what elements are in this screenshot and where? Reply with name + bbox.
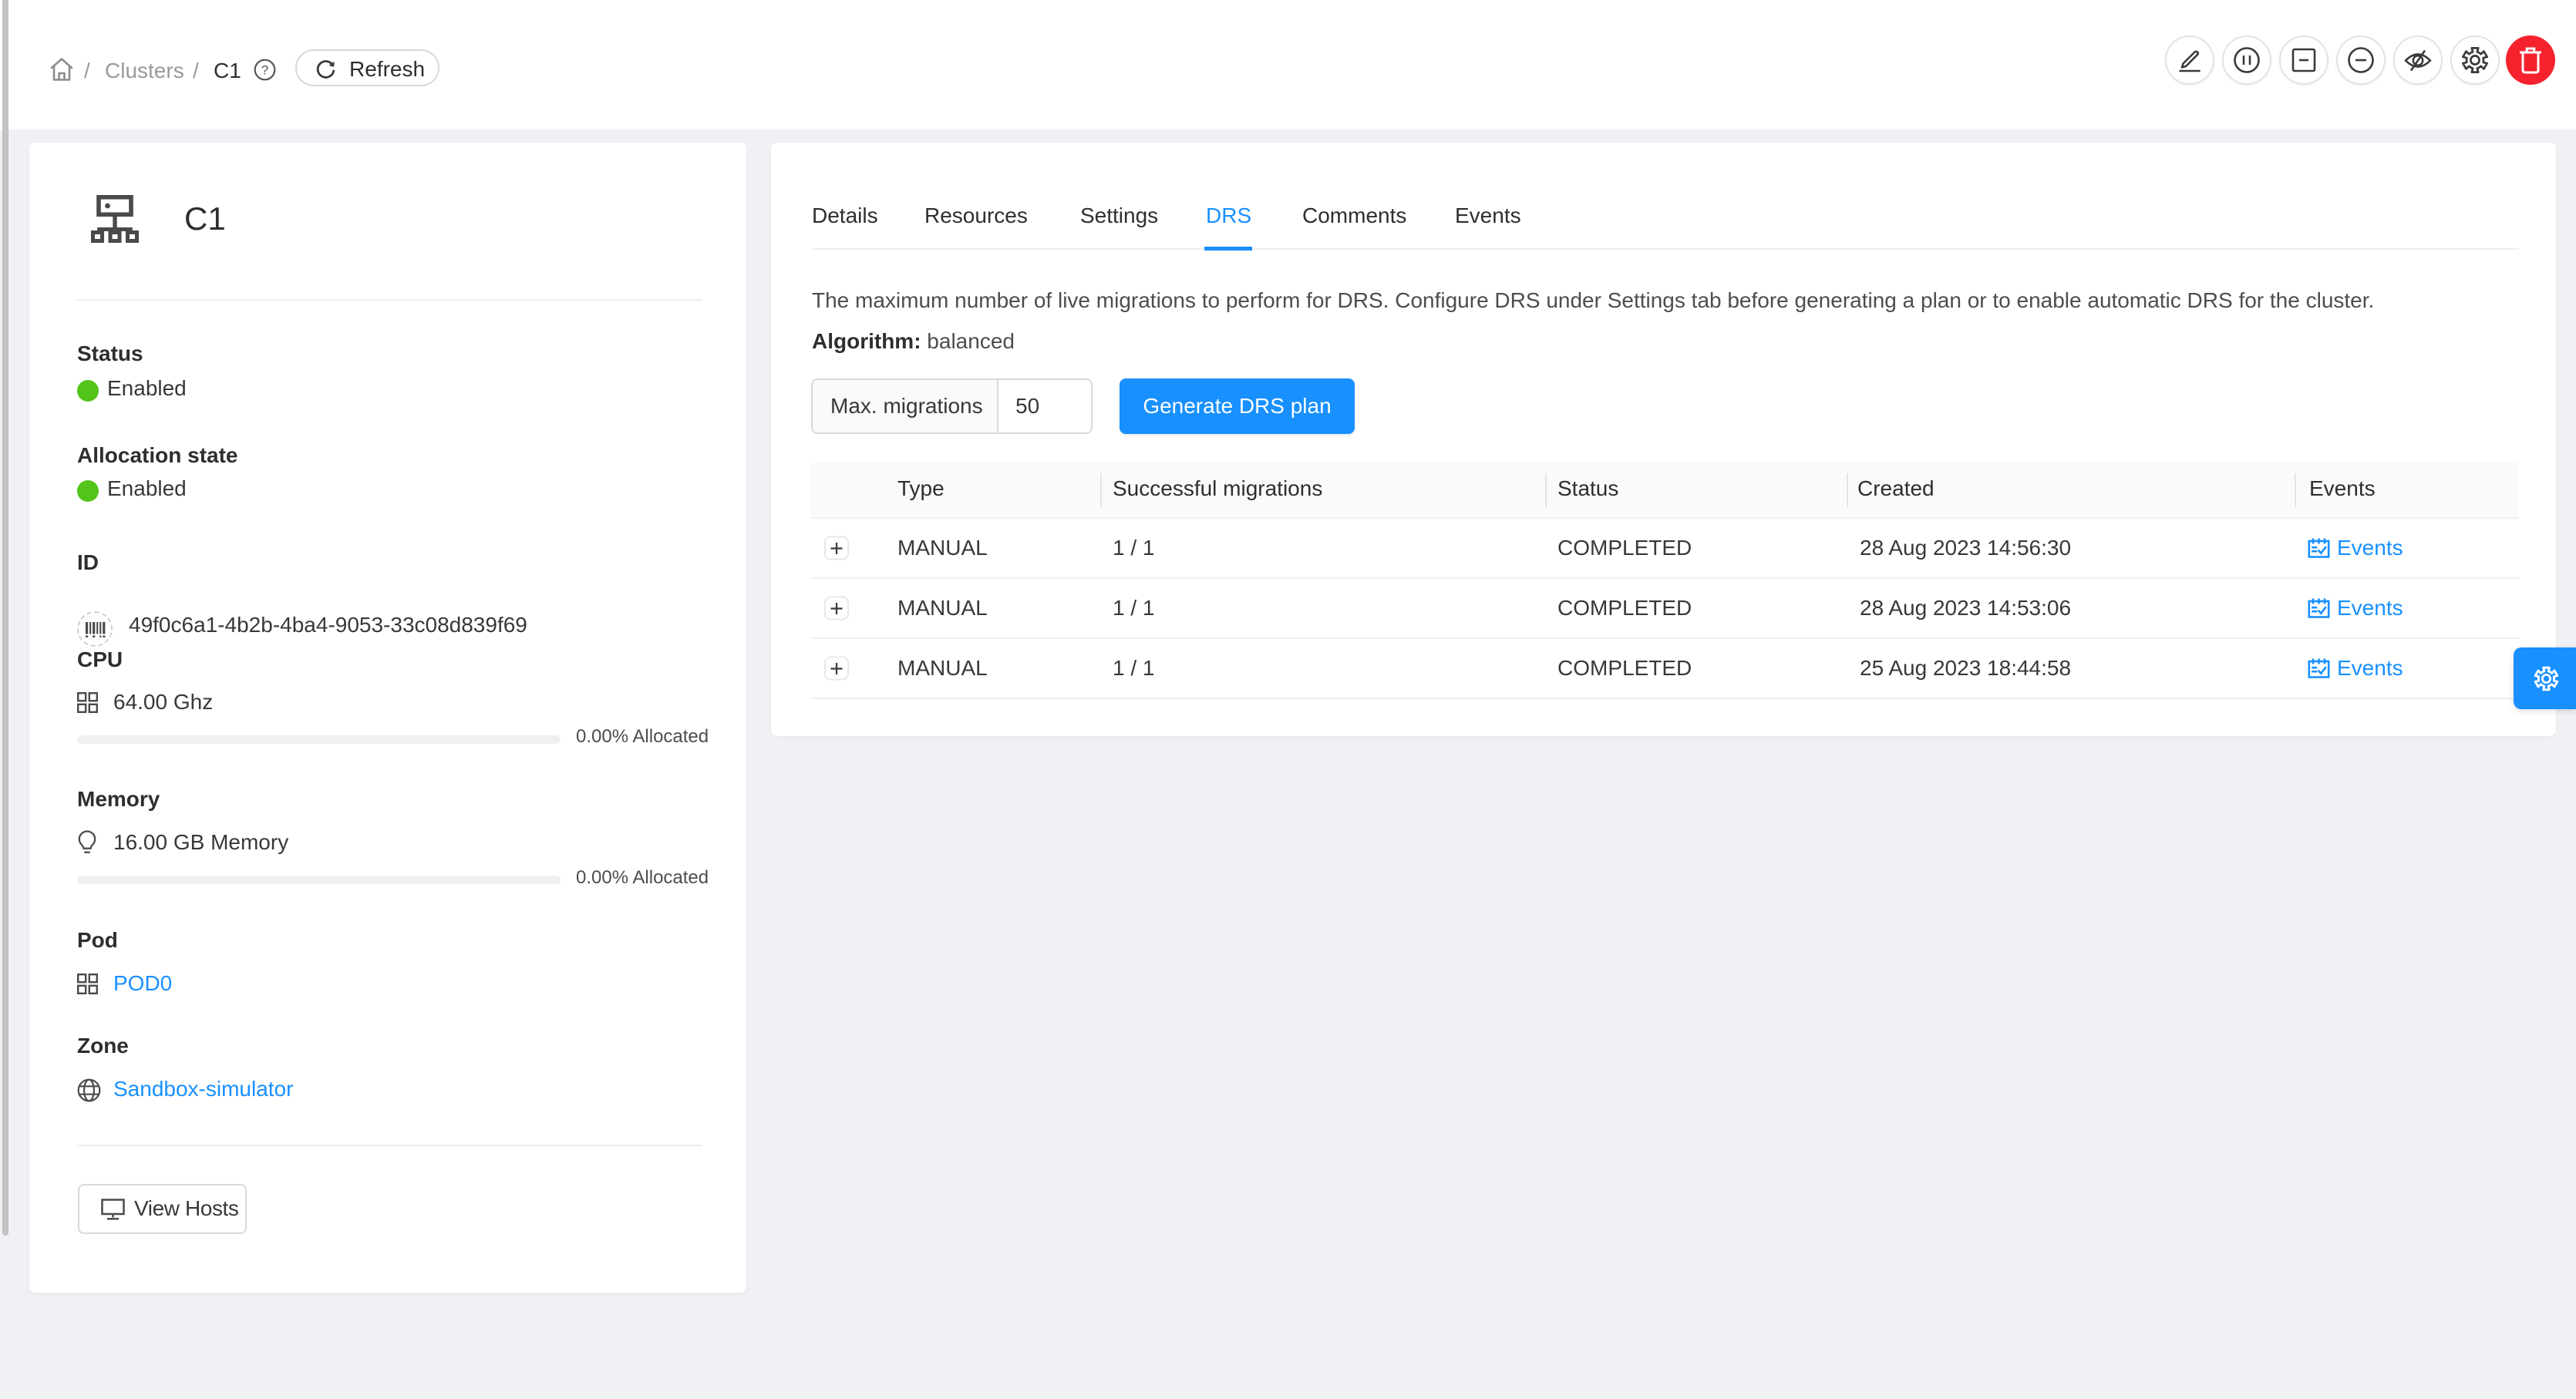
svg-text:?: ? <box>261 63 268 78</box>
